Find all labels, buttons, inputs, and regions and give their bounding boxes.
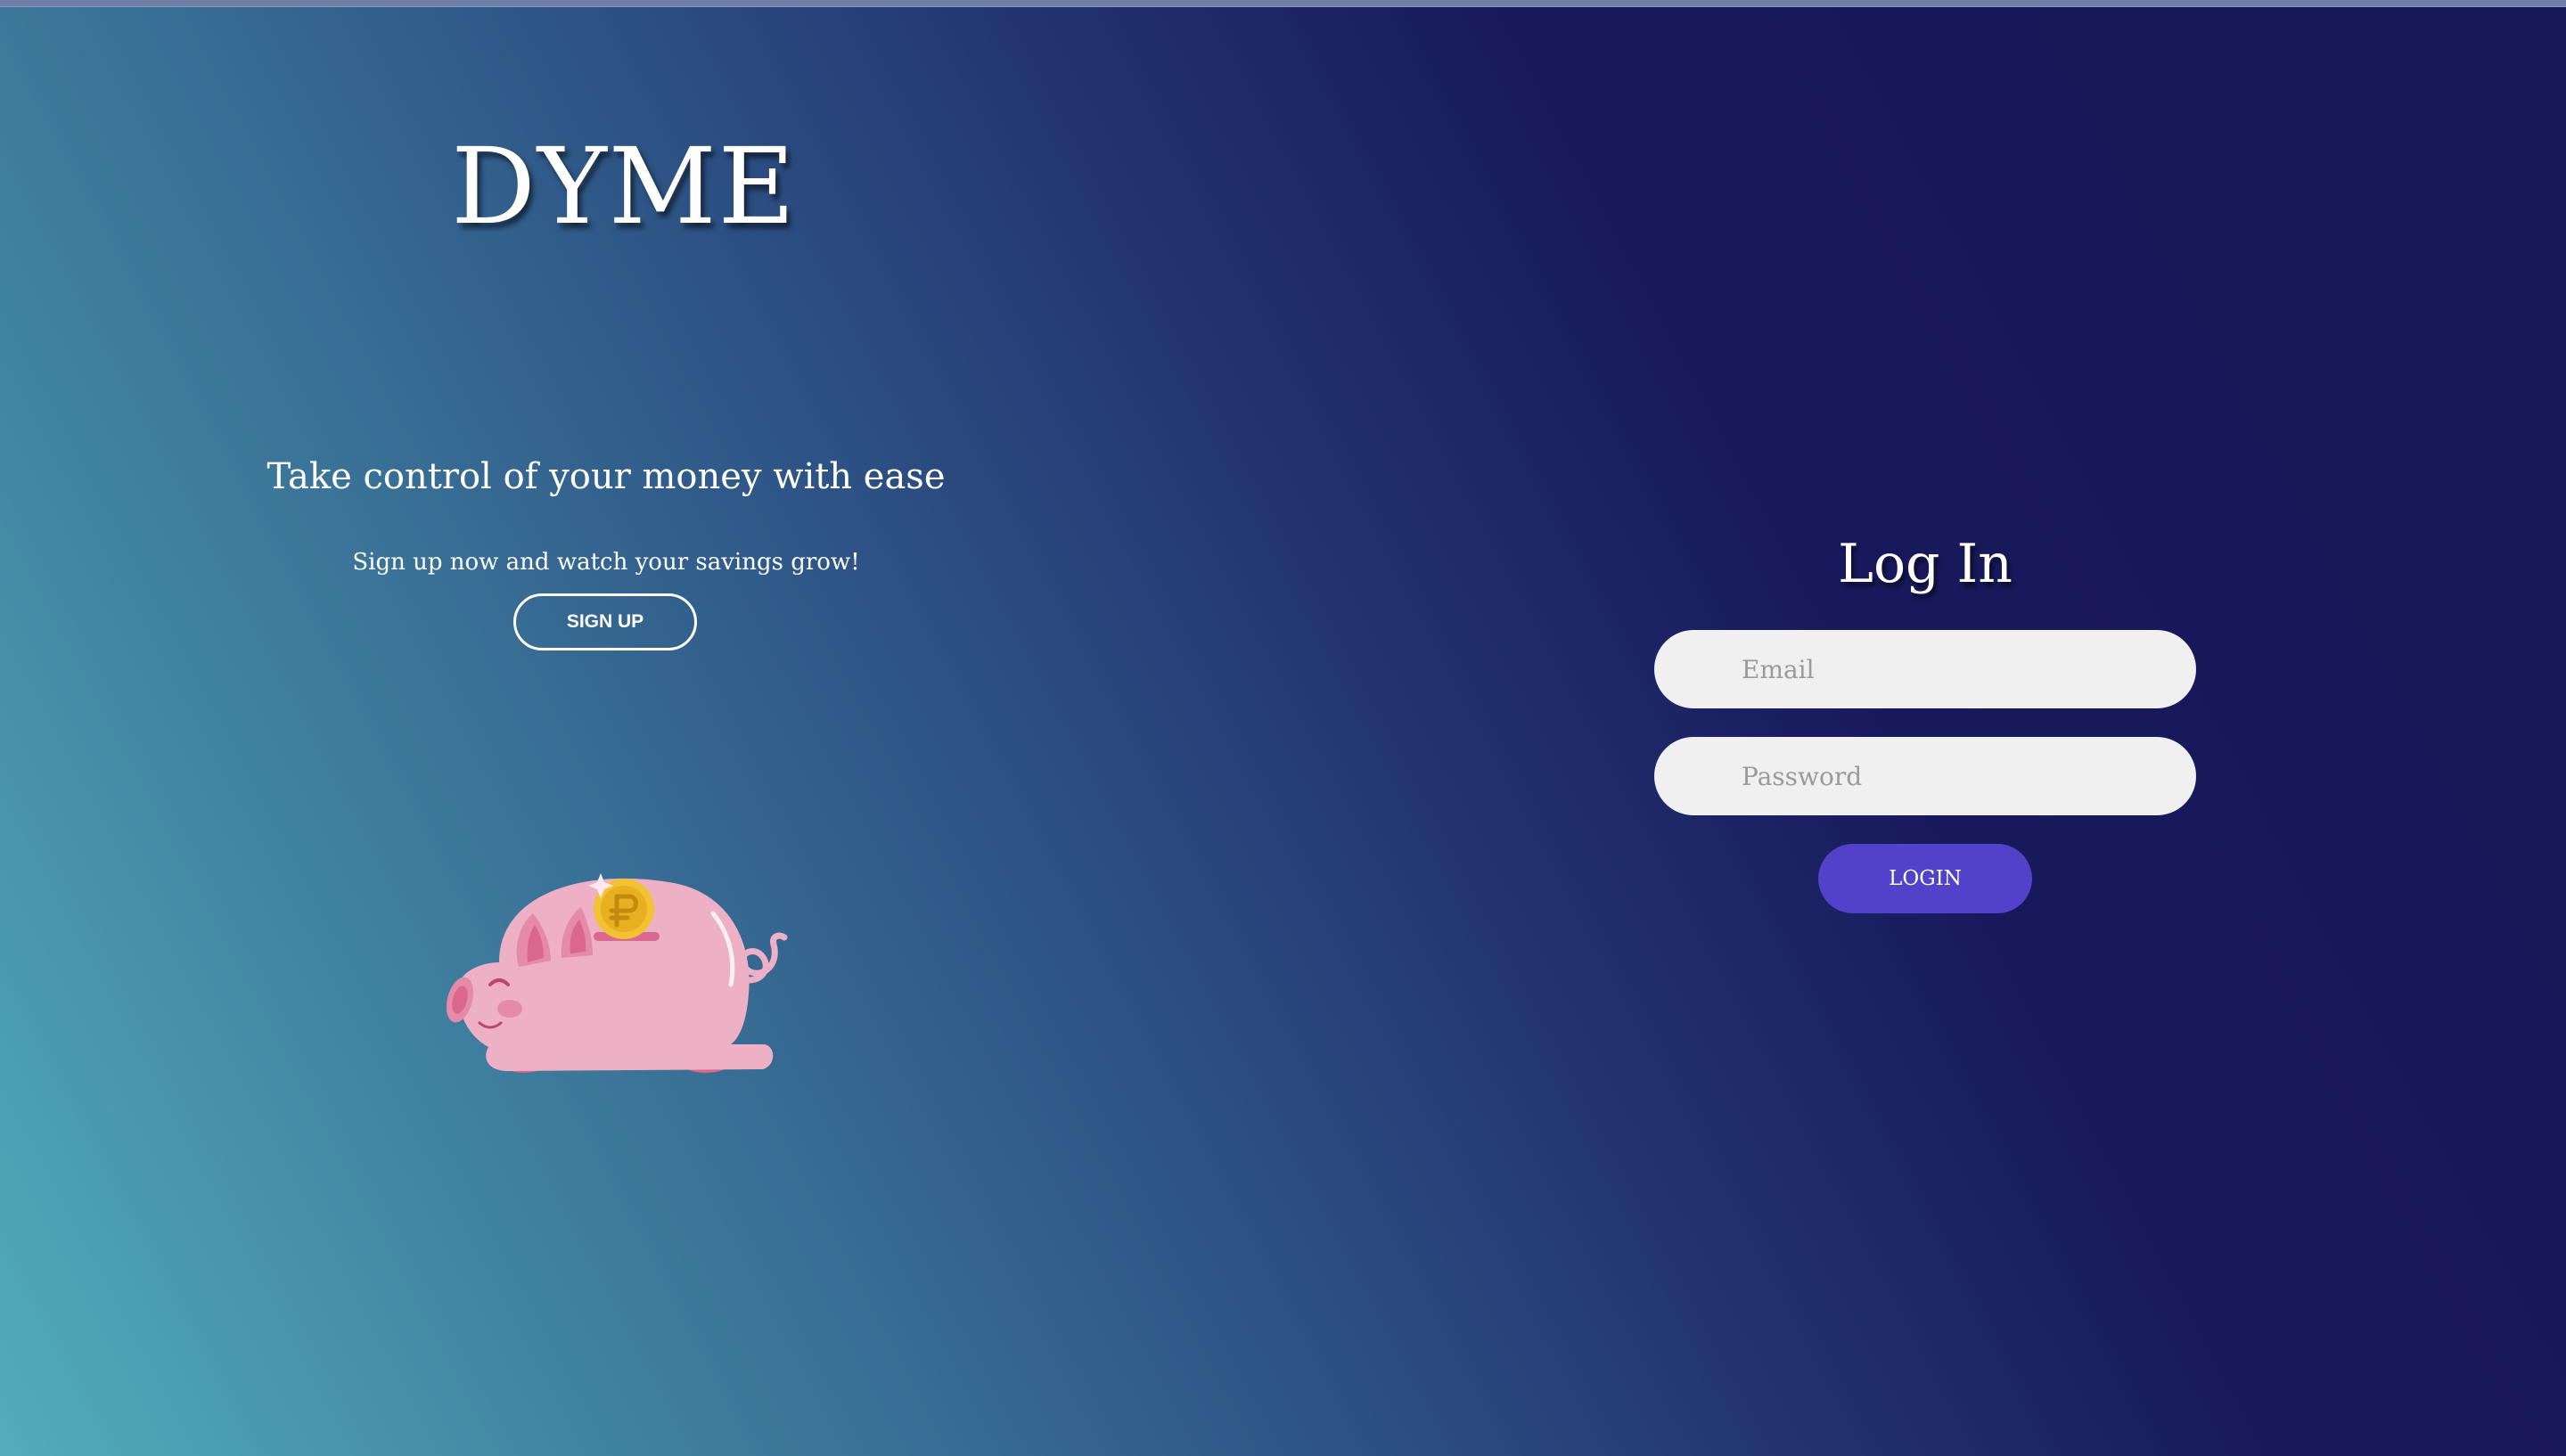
hero-tagline: Take control of your money with ease (266, 456, 946, 497)
hero-subtext: Sign up now and watch your savings grow! (352, 549, 860, 576)
piggy-bank-icon (446, 873, 788, 1073)
top-edge (0, 0, 2566, 7)
signup-button[interactable]: SIGN UP (513, 593, 697, 650)
login-button[interactable]: LOGIN (1818, 844, 2032, 913)
brand-logo: DYME (451, 125, 797, 248)
email-field[interactable] (1654, 630, 2196, 708)
login-title: Log In (1838, 533, 2013, 595)
password-field[interactable] (1654, 737, 2196, 815)
